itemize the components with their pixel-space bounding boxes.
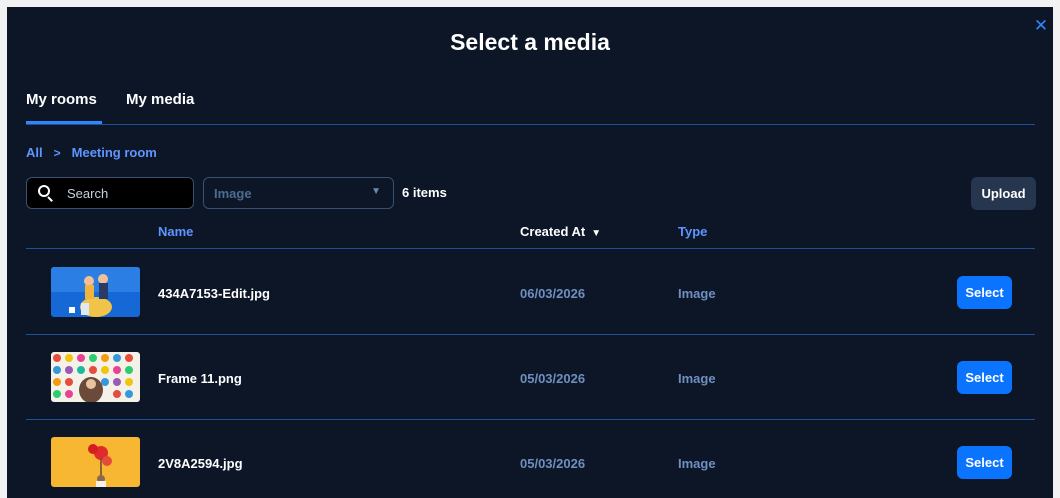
table-row: 434A7153-Edit.jpg 06/03/2026 Image Selec… bbox=[26, 250, 1035, 335]
search-input[interactable] bbox=[67, 185, 177, 201]
table-header: Name Created At ▼ Type bbox=[26, 221, 1035, 249]
column-header-name: Name bbox=[158, 224, 194, 239]
search-icon bbox=[37, 184, 55, 202]
column-header-created-at[interactable]: Created At ▼ bbox=[520, 224, 601, 239]
upload-button[interactable]: Upload bbox=[971, 177, 1036, 210]
thumbnail-image bbox=[51, 352, 140, 402]
type-filter-select[interactable]: Image ▼ bbox=[203, 177, 394, 209]
column-header-created-label: Created At bbox=[520, 224, 586, 239]
active-tab-indicator bbox=[26, 121, 102, 124]
tab-my-media[interactable]: My media bbox=[126, 91, 194, 108]
created-date: 06/03/2026 bbox=[520, 286, 586, 301]
breadcrumb: All > Meeting room bbox=[26, 145, 157, 160]
item-count: 6 items bbox=[402, 185, 447, 200]
created-date: 05/03/2026 bbox=[520, 456, 586, 471]
created-date: 05/03/2026 bbox=[520, 371, 586, 386]
file-type: Image bbox=[678, 286, 716, 301]
column-header-type: Type bbox=[678, 224, 708, 239]
search-box[interactable] bbox=[26, 177, 194, 209]
file-name: 434A7153-Edit.jpg bbox=[158, 286, 270, 301]
breadcrumb-all[interactable]: All bbox=[26, 145, 43, 160]
thumbnail-image bbox=[51, 437, 140, 487]
tab-my-rooms[interactable]: My rooms bbox=[26, 91, 97, 108]
file-type: Image bbox=[678, 371, 716, 386]
select-button[interactable]: Select bbox=[957, 361, 1012, 394]
table-row: Frame 11.png 05/03/2026 Image Select bbox=[26, 335, 1035, 420]
breadcrumb-separator-icon: > bbox=[53, 145, 61, 160]
select-button[interactable]: Select bbox=[957, 276, 1012, 309]
breadcrumb-current: Meeting room bbox=[71, 145, 157, 160]
select-button[interactable]: Select bbox=[957, 446, 1012, 479]
chevron-down-icon: ▼ bbox=[371, 186, 381, 197]
thumbnail-image bbox=[51, 267, 140, 317]
file-name: 2V8A2594.jpg bbox=[158, 456, 243, 471]
sort-chevron-down-icon: ▼ bbox=[591, 228, 602, 239]
table-row: 2V8A2594.jpg 05/03/2026 Image Select bbox=[26, 420, 1035, 498]
file-name: Frame 11.png bbox=[158, 371, 242, 386]
modal-title: Select a media bbox=[450, 29, 610, 55]
media-select-modal: ✕ Select a media My rooms My media All >… bbox=[7, 7, 1053, 498]
tab-bar: My rooms My media bbox=[26, 91, 1035, 125]
type-filter-value: Image bbox=[214, 185, 252, 201]
file-type: Image bbox=[678, 456, 716, 471]
